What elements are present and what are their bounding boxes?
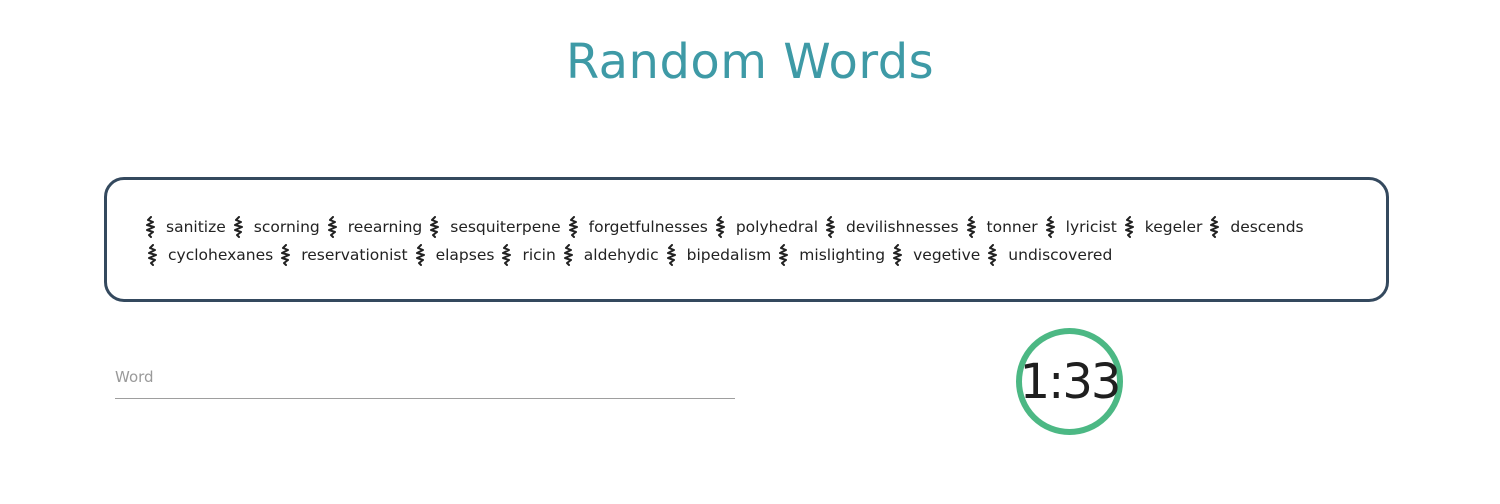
word-text: lyricist bbox=[1065, 218, 1117, 236]
squiggle-icon bbox=[148, 244, 157, 266]
squiggle-icon bbox=[715, 216, 725, 238]
word-text: devilishnesses bbox=[846, 218, 959, 236]
word-text: ricin bbox=[522, 246, 556, 264]
word-item: lyricist bbox=[1038, 213, 1117, 241]
words-list: sanitize scorning reearning sesquiterpene fo… bbox=[140, 213, 1354, 269]
word-item: vegetive bbox=[885, 241, 980, 269]
word-text: cyclohexanes bbox=[168, 246, 274, 264]
squiggle-icon bbox=[281, 244, 291, 266]
squiggle-icon bbox=[146, 216, 155, 238]
word-text: aldehydic bbox=[583, 246, 659, 264]
word-input-container bbox=[115, 360, 735, 399]
squiggle-icon bbox=[893, 244, 903, 266]
word-text: reearning bbox=[347, 218, 423, 236]
squiggle-icon bbox=[568, 216, 578, 238]
word-item: polyhedral bbox=[708, 213, 818, 241]
page-title: Random Words bbox=[565, 34, 935, 90]
page: Random Words sanitize scorning reearning se… bbox=[0, 0, 1500, 504]
word-text: mislighting bbox=[799, 246, 886, 264]
squiggle-icon bbox=[1210, 216, 1220, 238]
word-text: vegetive bbox=[913, 246, 981, 264]
word-item: devilishnesses bbox=[818, 213, 959, 241]
word-text: undiscovered bbox=[1008, 246, 1113, 264]
word-item: cyclohexanes bbox=[140, 241, 273, 269]
squiggle-icon bbox=[563, 244, 573, 266]
word-text: scorning bbox=[253, 218, 320, 236]
word-item: mislighting bbox=[771, 241, 885, 269]
word-item: kegeler bbox=[1117, 213, 1203, 241]
words-panel: sanitize scorning reearning sesquiterpene fo… bbox=[104, 177, 1389, 302]
word-text: elapses bbox=[435, 246, 495, 264]
word-text: polyhedral bbox=[735, 218, 819, 236]
word-item: undiscovered bbox=[980, 241, 1112, 269]
word-text: bipedalism bbox=[686, 246, 772, 264]
squiggle-icon bbox=[415, 244, 425, 266]
word-item: reearning bbox=[320, 213, 423, 241]
word-text: sesquiterpene bbox=[450, 218, 561, 236]
word-input[interactable] bbox=[115, 360, 735, 399]
word-text: sanitize bbox=[166, 218, 226, 236]
word-text: forgetfulnesses bbox=[588, 218, 708, 236]
squiggle-icon bbox=[666, 244, 676, 266]
word-item: elapses bbox=[408, 241, 495, 269]
word-item: sanitize bbox=[140, 213, 226, 241]
squiggle-icon bbox=[233, 216, 243, 238]
word-item: scorning bbox=[226, 213, 320, 241]
word-text: tonner bbox=[986, 218, 1038, 236]
squiggle-icon bbox=[327, 216, 337, 238]
timer-display: 1:33 bbox=[1019, 353, 1122, 410]
word-text: reservationist bbox=[301, 246, 408, 264]
word-text: descends bbox=[1230, 218, 1304, 236]
word-item: reservationist bbox=[273, 241, 408, 269]
word-item: tonner bbox=[959, 213, 1038, 241]
squiggle-icon bbox=[430, 216, 440, 238]
word-item: aldehydic bbox=[556, 241, 659, 269]
squiggle-icon bbox=[988, 244, 998, 266]
word-item: bipedalism bbox=[659, 241, 772, 269]
squiggle-icon bbox=[502, 244, 512, 266]
word-item: descends bbox=[1202, 213, 1304, 241]
squiggle-icon bbox=[826, 216, 836, 238]
word-text: kegeler bbox=[1144, 218, 1203, 236]
word-item: sesquiterpene bbox=[422, 213, 561, 241]
squiggle-icon bbox=[1124, 216, 1134, 238]
squiggle-icon bbox=[1045, 216, 1055, 238]
squiggle-icon bbox=[966, 216, 976, 238]
word-item: forgetfulnesses bbox=[561, 213, 708, 241]
squiggle-icon bbox=[779, 244, 789, 266]
word-item: ricin bbox=[494, 241, 556, 269]
countdown-timer: 1:33 bbox=[1016, 328, 1123, 435]
